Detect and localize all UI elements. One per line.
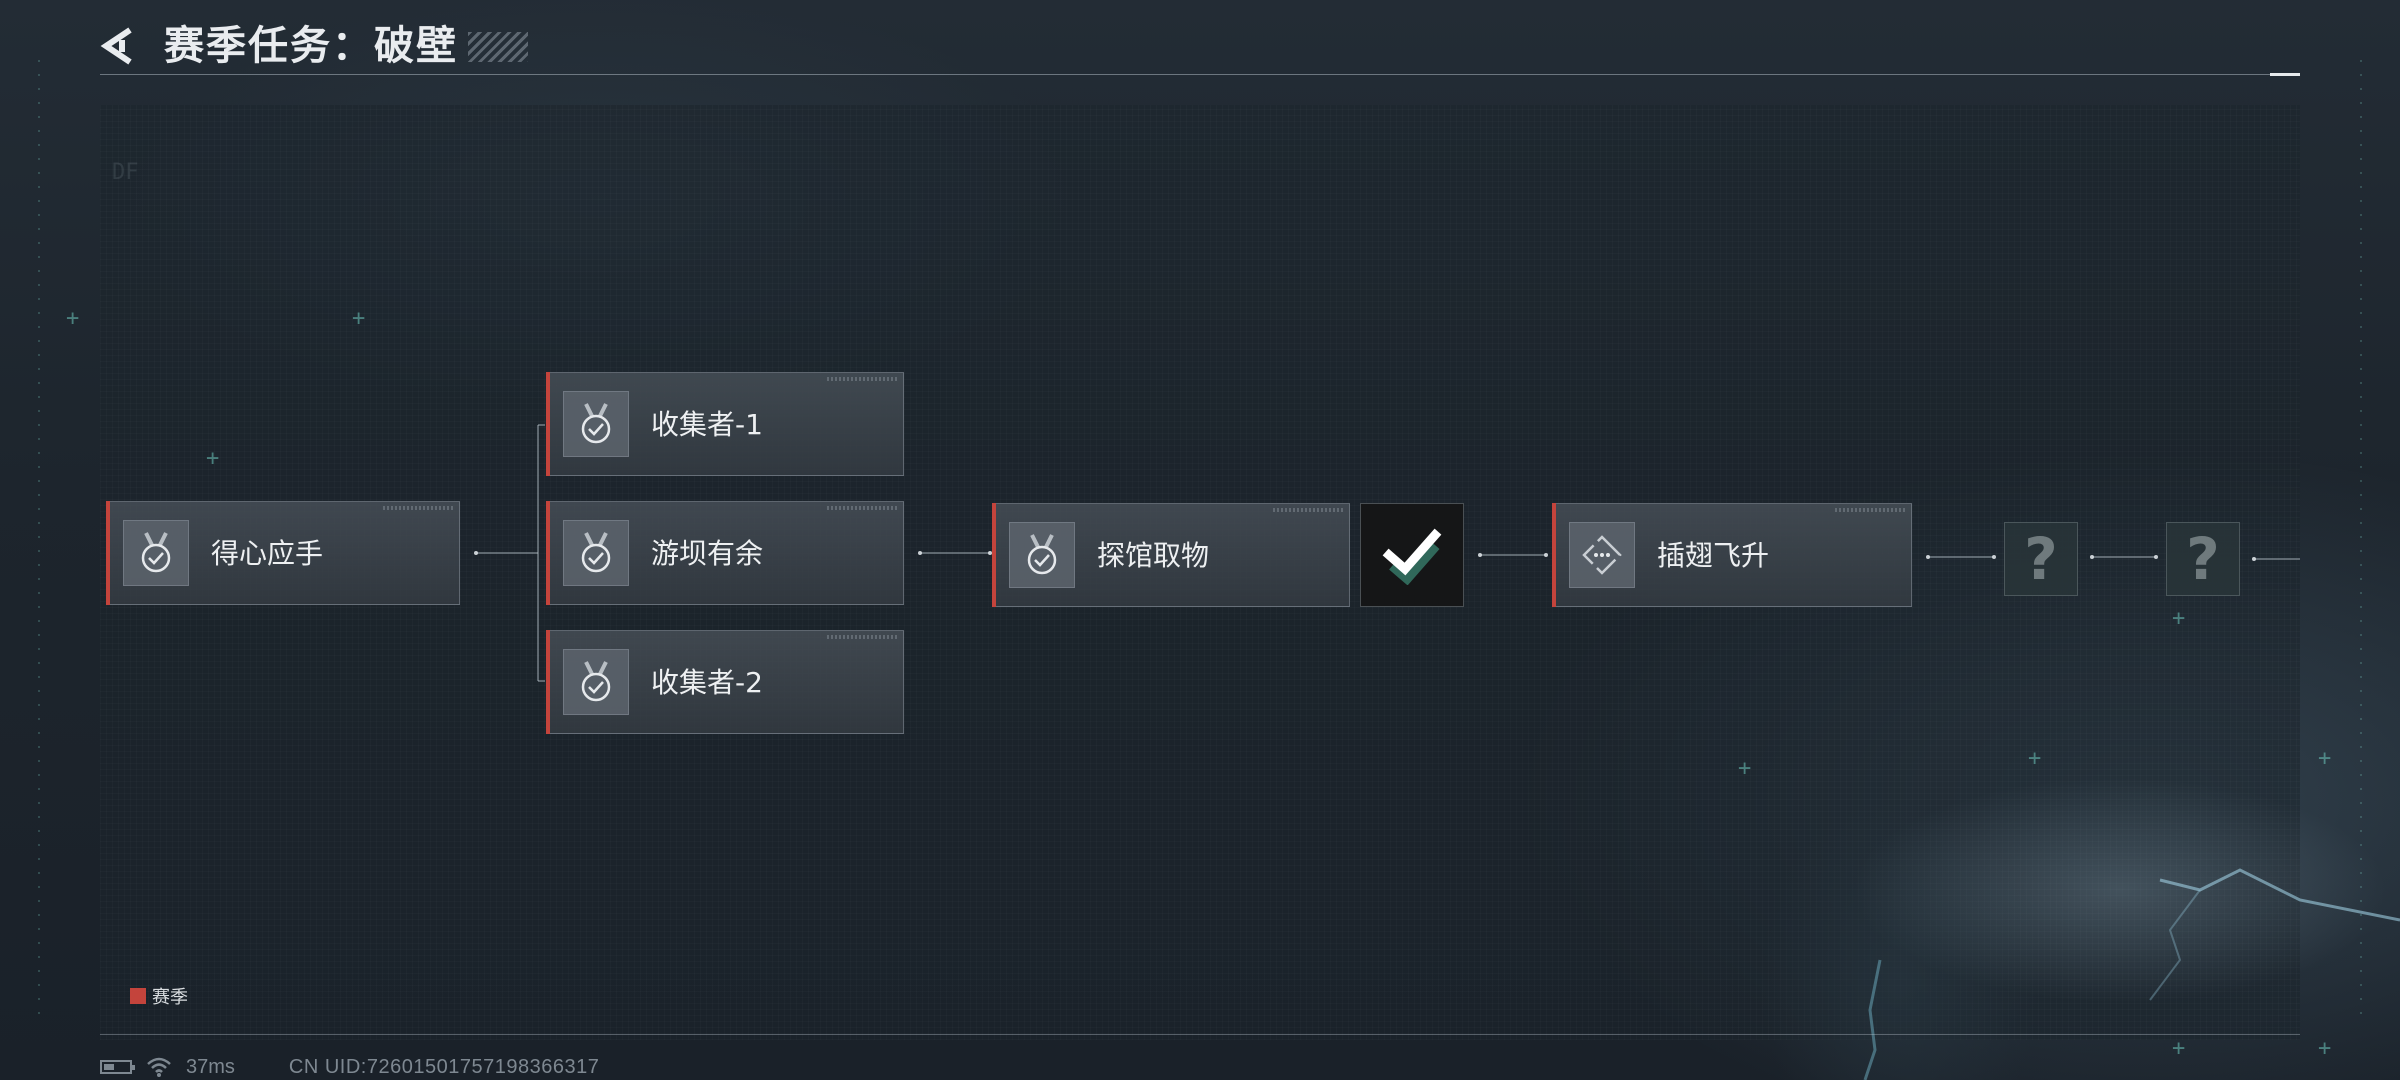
- task-icon-frame: [563, 649, 629, 715]
- plus-decoration: +: [66, 306, 80, 331]
- legend-label-season: 赛季: [152, 987, 188, 1008]
- background-code-text: DF: [112, 160, 139, 185]
- question-mark-icon: ?: [2024, 525, 2058, 593]
- season-accent-bar: [106, 501, 110, 605]
- corner-tag-decoration: [827, 635, 897, 639]
- left-tick-decoration: [38, 60, 40, 1020]
- legend: 赛季: [130, 985, 188, 1008]
- corner-tag-decoration: [827, 377, 897, 381]
- task-icon-frame: [563, 391, 629, 457]
- battery-icon: [100, 1060, 135, 1074]
- task-node-desxin-yingshou[interactable]: 得心应手: [106, 501, 460, 605]
- task-icon-frame: [1009, 522, 1075, 588]
- season-task-screen: DF + + + + + + + + + 赛季任务：破壁: [0, 0, 2400, 1080]
- task-node-youba-youyu[interactable]: 游坝有余: [546, 501, 904, 605]
- corner-tag-decoration: [1273, 508, 1343, 512]
- season-accent-bar: [546, 501, 550, 605]
- chevron-left-icon: [100, 27, 132, 65]
- legend-swatch-season: [130, 988, 146, 1004]
- page-header: 赛季任务：破壁: [100, 18, 2300, 78]
- plus-decoration: +: [2172, 606, 2186, 631]
- medal-check-icon: [1027, 534, 1057, 575]
- page-title: 赛季任务：破壁: [164, 23, 458, 69]
- task-node-collector-2[interactable]: 收集者-2: [546, 630, 904, 734]
- task-node-collector-1[interactable]: 收集者-1: [546, 372, 904, 476]
- task-label: 收集者-1: [651, 408, 763, 441]
- season-accent-bar: [1552, 503, 1556, 607]
- completed-reward-tile[interactable]: [1360, 503, 1464, 607]
- locked-task-node[interactable]: ?: [2004, 522, 2078, 596]
- task-label: 得心应手: [211, 537, 324, 570]
- task-icon-frame: [563, 520, 629, 586]
- medal-check-icon: [581, 532, 611, 573]
- task-label: 游坝有余: [651, 537, 764, 570]
- status-bar: 37ms CN UID:7260150175719836​6317: [100, 1055, 599, 1079]
- corner-tag-decoration: [1835, 508, 1905, 512]
- lightning-decoration: [1863, 868, 2400, 1080]
- plus-decoration: +: [352, 306, 366, 331]
- medal-check-icon: [141, 532, 171, 573]
- battery-level-fill: [104, 1064, 114, 1070]
- task-icon-frame: [123, 520, 189, 586]
- locked-task-node[interactable]: ?: [2166, 522, 2240, 596]
- checkmark-icon: [1382, 528, 1442, 585]
- wifi-icon: [147, 1057, 171, 1077]
- corner-tag-decoration: [827, 506, 897, 510]
- title-hatch-decoration: [468, 32, 528, 62]
- header-divider-end: [2270, 73, 2300, 76]
- question-mark-icon: ?: [2186, 525, 2220, 593]
- medal-check-icon: [581, 661, 611, 702]
- task-node-chachi-feisheng[interactable]: 插翅飞升: [1552, 503, 1912, 607]
- task-node-tanguan-quwu[interactable]: 探馆取物: [992, 503, 1350, 607]
- task-icon-frame: [1569, 522, 1635, 588]
- medal-check-icon: [581, 403, 611, 444]
- corner-tag-decoration: [383, 506, 453, 510]
- footer-divider: [100, 1034, 2300, 1035]
- season-accent-bar: [546, 630, 550, 734]
- plus-decoration: +: [206, 446, 220, 471]
- ping-readout: 37ms: [186, 1055, 235, 1078]
- task-label: 探馆取物: [1097, 539, 1210, 572]
- header-divider: [100, 74, 2300, 75]
- user-uid: CN UID:7260150175719836​6317: [288, 1055, 600, 1078]
- season-accent-bar: [992, 503, 996, 607]
- task-label: 收集者-2: [651, 666, 763, 699]
- task-label: 插翅飞升: [1657, 539, 1770, 572]
- back-button[interactable]: [100, 26, 140, 66]
- season-accent-bar: [546, 372, 550, 476]
- diamond-dots-icon: [1582, 535, 1622, 575]
